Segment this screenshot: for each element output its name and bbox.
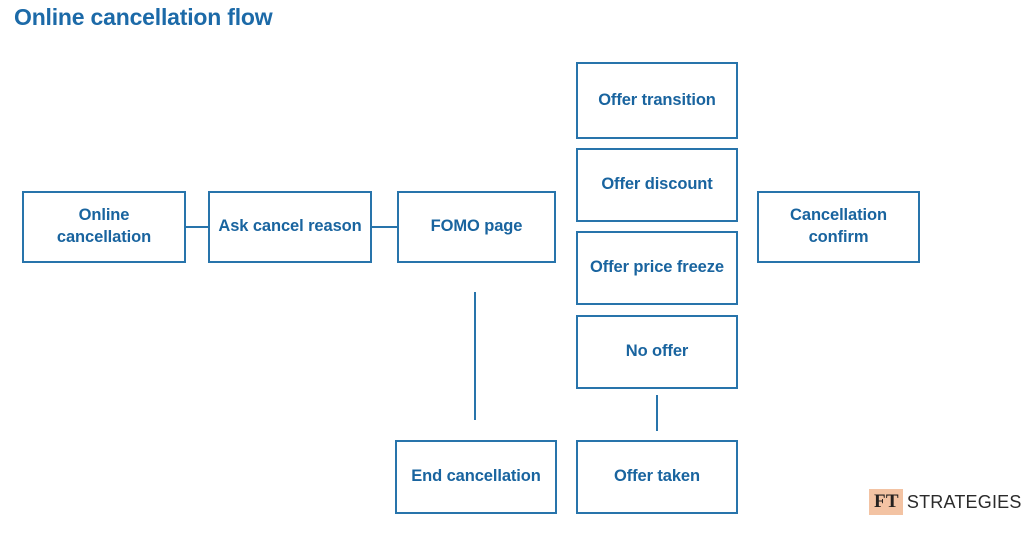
node-no-offer[interactable]: No offer: [576, 315, 738, 389]
node-no-offer-label: No offer: [625, 342, 689, 361]
node-fomo-page[interactable]: FOMO page: [397, 191, 556, 263]
node-online-cancellation-label: Online cancellation: [56, 206, 152, 246]
node-offer-price-freeze[interactable]: Offer price freeze: [576, 231, 738, 305]
ft-strategies-wordmark: STRATEGIES: [906, 492, 1022, 512]
ft-badge-icon: FT: [869, 489, 903, 515]
ft-strategies-logo: FT STRATEGIES: [869, 489, 1022, 515]
connector-ask-to-fomo: [372, 226, 397, 228]
node-ask-cancel-reason-label: Ask cancel reason: [218, 217, 362, 236]
connector-fomo-to-end-cancellation: [474, 292, 476, 420]
connector-online-to-ask: [186, 226, 210, 228]
node-cancellation-confirm-label: Cancellation confirm: [790, 206, 887, 246]
node-fomo-page-label: FOMO page: [430, 217, 523, 236]
node-offer-taken-label: Offer taken: [613, 467, 700, 486]
node-offer-price-freeze-label: Offer price freeze: [590, 258, 724, 277]
node-ask-cancel-reason[interactable]: Ask cancel reason: [208, 191, 372, 263]
node-end-cancellation[interactable]: End cancellation: [395, 440, 557, 514]
node-offer-taken[interactable]: Offer taken: [576, 440, 738, 514]
node-cancellation-confirm[interactable]: Cancellation confirm: [757, 191, 920, 263]
diagram-canvas: Online cancellation flow Online cancella…: [0, 0, 1024, 540]
node-offer-transition[interactable]: Offer transition: [576, 62, 738, 139]
node-offer-discount[interactable]: Offer discount: [576, 148, 738, 222]
connector-no-offer-to-offer-taken: [656, 395, 658, 431]
node-offer-transition-label: Offer transition: [598, 90, 716, 109]
node-offer-discount-label: Offer discount: [601, 175, 713, 194]
node-online-cancellation[interactable]: Online cancellation: [22, 191, 186, 263]
page-title: Online cancellation flow: [14, 4, 273, 30]
node-end-cancellation-label: End cancellation: [411, 467, 541, 486]
